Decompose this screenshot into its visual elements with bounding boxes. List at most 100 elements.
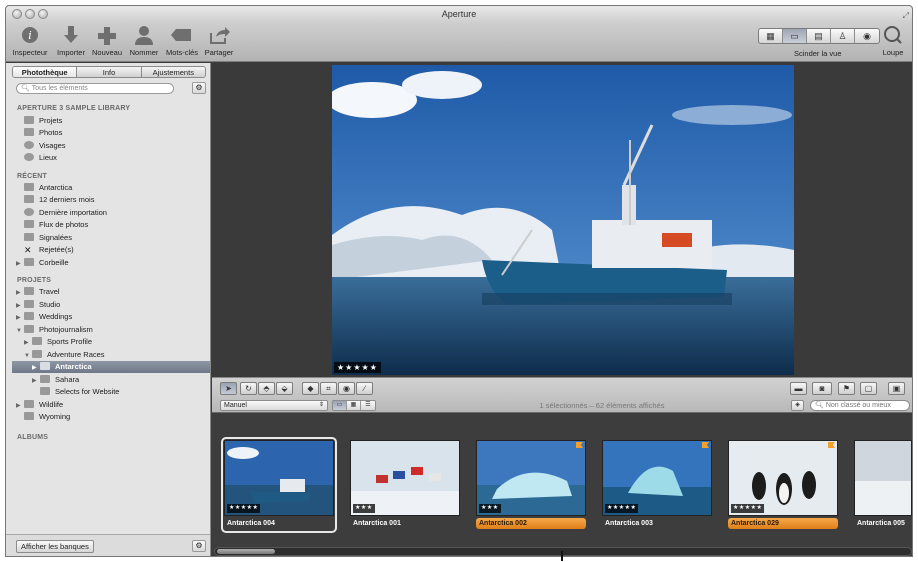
sidebar-item-antarctica[interactable]: ▶ Antarctica: [32, 361, 92, 373]
sidebar-item-faces[interactable]: Visages: [24, 140, 66, 152]
thumbnail-antarctica-003[interactable]: ★★★★★ Antarctica 003: [602, 440, 712, 530]
rotate-tool-button[interactable]: ↻: [240, 382, 257, 395]
eye-icon: ◉: [343, 384, 350, 393]
albums-section-title: ALBUMS: [17, 434, 49, 441]
sidebar-item-sports-profile[interactable]: ▶ Sports Profile: [24, 336, 92, 348]
viewer-only-button[interactable]: ▤: [807, 29, 831, 43]
sidebar-item-wildlife[interactable]: ▶ Wildlife: [16, 399, 63, 411]
disclosure-triangle-icon[interactable]: ▶: [16, 400, 24, 412]
split-view-button[interactable]: ▭: [783, 29, 807, 43]
disclosure-triangle-icon[interactable]: ▶: [16, 258, 24, 270]
straighten-tool-button[interactable]: ◆: [302, 382, 319, 395]
brush-icon: ∕: [363, 384, 366, 393]
disclosure-triangle-icon[interactable]: ▶: [24, 337, 32, 349]
sidebar-action-button[interactable]: ⚙: [192, 540, 206, 552]
sidebar-item-antarctica-recent[interactable]: Antarctica: [24, 182, 72, 194]
filmstrip-button[interactable]: ▭: [333, 401, 347, 410]
photo-browser: ★★★★★ Antarctica 004 ★★★ Antarctica 001 …: [212, 414, 912, 556]
show-vaults-button[interactable]: Afficher les banques: [16, 540, 94, 553]
zoom-window-button[interactable]: [38, 9, 48, 19]
faces-icon: [24, 141, 34, 149]
thumbnail-antarctica-004[interactable]: ★★★★★ Antarctica 004: [221, 437, 337, 533]
lift-icon: ⬘: [263, 384, 270, 393]
browser-scrollbar[interactable]: [214, 547, 912, 556]
sidebar-item-wyoming[interactable]: Wyoming: [24, 411, 70, 423]
sidebar-item-projects[interactable]: Projets: [24, 115, 62, 127]
grid-button[interactable]: ▦: [347, 401, 361, 410]
flag-button[interactable]: ⚑: [838, 382, 855, 395]
sidebar-item-trash[interactable]: ▶ Corbeille: [16, 257, 69, 269]
stamp-tool-button[interactable]: ⬙: [276, 382, 293, 395]
minimize-window-button[interactable]: [25, 9, 35, 19]
calendar-icon: [24, 195, 34, 203]
sidebar-item-photojournalism[interactable]: ▼ Photojournalism: [16, 324, 93, 336]
tab-library[interactable]: Photothèque: [13, 67, 78, 77]
sidebar-item-studio[interactable]: ▶ Studio: [16, 299, 60, 311]
thumbnail-antarctica-005[interactable]: Antarctica 005: [854, 440, 912, 530]
sidebar-item-photos[interactable]: Photos: [24, 127, 62, 139]
sidebar-item-adventure-races[interactable]: ▼ Adventure Races: [24, 349, 105, 361]
disclosure-triangle-icon[interactable]: ▶: [16, 287, 24, 299]
grid-view-button[interactable]: ▦: [759, 29, 783, 43]
disclosure-triangle-open-icon[interactable]: ▼: [16, 325, 24, 337]
crop-tool-button[interactable]: ⌗: [320, 382, 337, 395]
library-search-input[interactable]: 🔍︎ Tous les éléments: [16, 83, 174, 94]
gear-icon: ⚙: [195, 83, 203, 92]
thumbnail-caption: Antarctica 002: [476, 518, 586, 529]
camera-button[interactable]: ◙: [812, 382, 832, 395]
window-title: Aperture: [441, 9, 477, 19]
list-button[interactable]: ☰: [361, 401, 375, 410]
tab-info[interactable]: Info: [77, 67, 142, 77]
aperture-window: Aperture ⤢ i Inspecteur Importer Nouveau…: [5, 5, 913, 557]
import-button[interactable]: Importer: [54, 24, 88, 57]
library-action-button[interactable]: ⚙: [192, 82, 206, 94]
thumbnail-antarctica-002[interactable]: ★★★ Antarctica 002: [476, 440, 586, 530]
rating-stars[interactable]: ★★★★★: [334, 362, 381, 373]
rating-filter-input[interactable]: 🔍︎ Non classé ou mieux: [810, 400, 910, 411]
disclosure-triangle-icon[interactable]: ▶: [32, 375, 40, 387]
thumbnail-antarctica-001[interactable]: ★★★ Antarctica 001: [350, 440, 460, 530]
loupe-button[interactable]: Loupe: [882, 24, 904, 57]
sidebar-item-photo-stream[interactable]: Flux de photos: [24, 219, 88, 231]
red-eye-tool-button[interactable]: ◉: [338, 382, 355, 395]
faces-view-button[interactable]: ♙: [831, 29, 855, 43]
sidebar-item-selects-for-website[interactable]: Selects for Website: [40, 386, 119, 398]
folder-icon: [24, 116, 34, 124]
sort-select[interactable]: Manuel ⇕: [220, 400, 328, 411]
sidebar-item-flagged[interactable]: Signalées: [24, 232, 72, 244]
gear-icon: ⚙: [195, 541, 203, 550]
sidebar-item-sahara[interactable]: ▶ Sahara: [32, 374, 79, 386]
photo-viewer: ★★★★★: [212, 63, 912, 377]
fullscreen-button[interactable]: ▣: [888, 382, 905, 395]
disclosure-triangle-icon[interactable]: ▶: [32, 362, 40, 374]
share-button[interactable]: Partager: [204, 24, 234, 57]
info-icon: i: [22, 27, 38, 43]
tab-adjustments[interactable]: Ajustements: [141, 67, 205, 77]
lift-tool-button[interactable]: ⬘: [258, 382, 275, 395]
thumbnail-antarctica-029[interactable]: ★★★★★ Antarctica 029: [728, 440, 838, 530]
sidebar-item-travel[interactable]: ▶ Travel: [16, 286, 60, 298]
sidebar-item-places[interactable]: Lieux: [24, 152, 57, 164]
import-arrow-icon: [64, 26, 78, 43]
viewer-mode-button[interactable]: ▬: [790, 382, 807, 395]
scrollbar-knob[interactable]: [217, 549, 275, 554]
folder-icon: [24, 312, 34, 320]
info-overlay-button[interactable]: ▢: [860, 382, 877, 395]
inspector-button[interactable]: i Inspecteur: [10, 24, 50, 57]
brush-tool-button[interactable]: ∕: [356, 382, 373, 395]
sidebar-item-last-import[interactable]: Dernière importation: [24, 207, 107, 219]
sidebar-item-last-12-months[interactable]: 12 derniers mois: [24, 194, 94, 206]
disclosure-triangle-icon[interactable]: ▶: [16, 312, 24, 324]
close-window-button[interactable]: [12, 9, 22, 19]
project-icon: [24, 183, 34, 191]
selection-status: 1 sélectionnés – 62 éléments affichés: [539, 401, 665, 410]
name-faces-button[interactable]: Nommer: [127, 24, 161, 57]
new-button[interactable]: Nouveau: [90, 24, 124, 57]
selection-tool-button[interactable]: ➤: [220, 382, 237, 395]
places-view-button[interactable]: ◉: [855, 29, 879, 43]
rating-filter-button[interactable]: ◈: [791, 400, 804, 411]
keywords-button[interactable]: Mots-clés: [163, 24, 201, 57]
sidebar-item-weddings[interactable]: ▶ Weddings: [16, 311, 72, 323]
main-photo-ship-antarctica[interactable]: ★★★★★: [332, 65, 794, 375]
sidebar-item-rejected[interactable]: ✕ Rejetée(s): [24, 244, 74, 256]
